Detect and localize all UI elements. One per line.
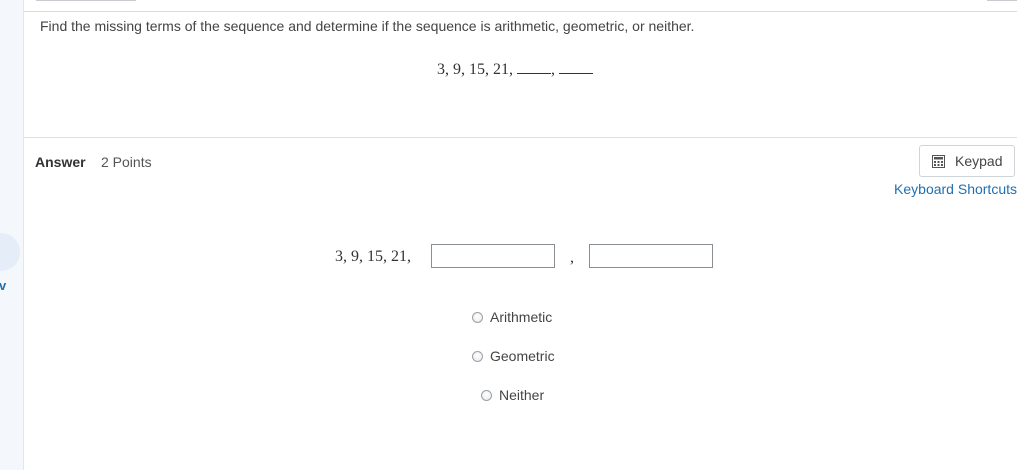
- option-label: Neither: [499, 387, 545, 403]
- keypad-label: Keypad: [955, 153, 1003, 169]
- keypad-button[interactable]: Keypad: [919, 145, 1015, 177]
- answer-separator: ,: [570, 249, 574, 266]
- option-geometric[interactable]: Geometric: [472, 348, 555, 364]
- question-prompt: Find the missing terms of the sequence a…: [40, 18, 695, 34]
- points-label: 2 Points: [101, 154, 152, 170]
- answer-input-2[interactable]: [589, 244, 713, 268]
- answer-label: Answer: [35, 154, 86, 170]
- top-tab-edge: [36, 0, 136, 1]
- answer-input-1[interactable]: [431, 244, 555, 268]
- radio-button[interactable]: [481, 389, 492, 401]
- question-separator: ,: [551, 61, 555, 78]
- question-sequence: 3, 9, 15, 21, ,: [437, 61, 593, 79]
- question-sequence-terms: 3, 9, 15, 21,: [437, 61, 513, 78]
- top-tab-edge: [987, 0, 1017, 1]
- option-label: Arithmetic: [490, 309, 553, 325]
- calculator-icon: [932, 154, 945, 168]
- top-toolbar: [24, 0, 1017, 12]
- question-blank: [559, 61, 593, 74]
- question-blank: [517, 61, 551, 74]
- answer-sequence: 3, 9, 15, 21,: [335, 248, 411, 265]
- radio-button[interactable]: [472, 311, 483, 323]
- keyboard-shortcuts-link[interactable]: Keyboard Shortcuts: [894, 181, 1017, 197]
- rail-chevron-icon[interactable]: v: [0, 278, 6, 293]
- option-neither[interactable]: Neither: [481, 387, 544, 403]
- section-divider: [24, 137, 1017, 138]
- option-arithmetic[interactable]: Arithmetic: [472, 309, 552, 325]
- option-label: Geometric: [490, 348, 555, 364]
- radio-button[interactable]: [472, 350, 483, 362]
